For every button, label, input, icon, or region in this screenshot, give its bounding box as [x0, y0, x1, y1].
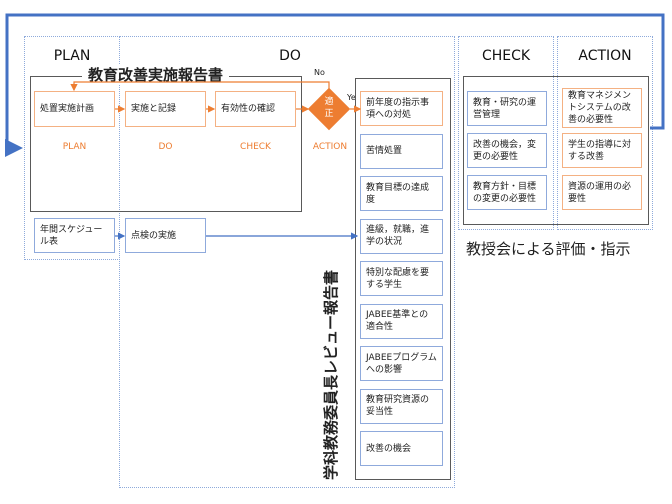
arrow-no-feedback	[70, 81, 330, 93]
connector-layer	[5, 13, 665, 240]
